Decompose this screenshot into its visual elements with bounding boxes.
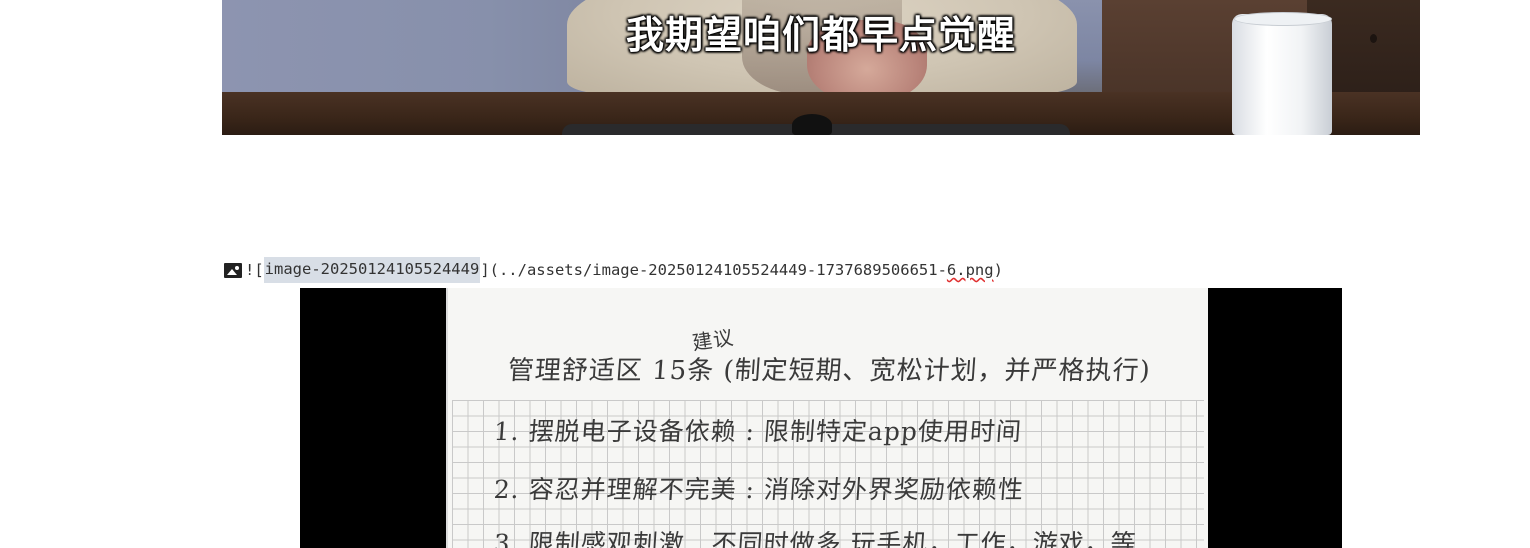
video-frame-bottom[interactable]: 建议 管理舒适区 15条 (制定短期、宽松计划，并严格执行) 1. 摆脱电子设备… (300, 288, 1342, 548)
md-prefix: ![ (245, 261, 264, 279)
md-suffix: ) (993, 261, 1003, 279)
handwritten-line-1: 1. 摆脱电子设备依赖 : 限制特定app使用时间 (492, 417, 1023, 446)
video-subtitle: 我期望咱们都早点觉醒 (625, 13, 1016, 57)
video-frame-top[interactable]: 我期望咱们都早点觉醒 (222, 0, 1420, 135)
image-alt-text[interactable]: image-20250124105524449 (263, 257, 481, 283)
md-path[interactable]: ](../assets/image-20250124105524449-1737… (480, 261, 947, 279)
handwritten-title: 管理舒适区 15条 (制定短期、宽松计划，并严格执行) (506, 356, 1152, 386)
markdown-image-source[interactable]: ![ image-20250124105524449 ](../assets/i… (224, 257, 1003, 283)
notebook-paper: 建议 管理舒适区 15条 (制定短期、宽松计划，并严格执行) 1. 摆脱电子设备… (446, 288, 1208, 548)
handwritten-line-2: 2. 容忍并理解不完美 : 消除对外界奖励依赖性 (492, 475, 1026, 504)
microphone (792, 114, 832, 135)
page: 我期望咱们都早点觉醒 ![ image-20250124105524449 ](… (0, 0, 1530, 548)
image-icon[interactable] (224, 262, 242, 278)
handwritten-line-3: 3. 限制感观刺激 . 不同时做多 玩手机，工作，游戏，等 (492, 529, 1138, 548)
md-path-misspelled[interactable]: 6.png (947, 261, 994, 279)
